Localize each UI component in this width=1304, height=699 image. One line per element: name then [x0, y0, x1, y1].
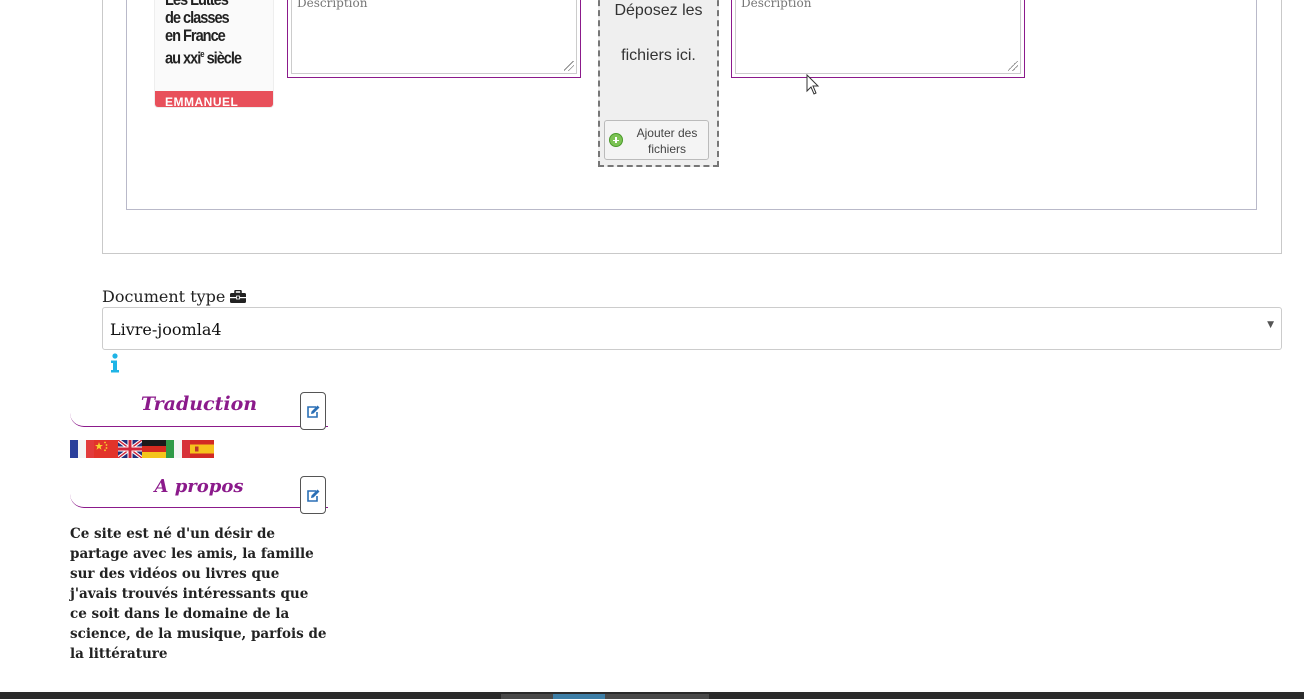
- traduction-module-header: Traduction: [70, 391, 328, 427]
- edit-apropos-button[interactable]: [300, 476, 326, 514]
- book-cover-thumbnail[interactable]: Les Luttesde classesen Franceau xxie siè…: [154, 0, 274, 108]
- taskbar: [0, 692, 1304, 699]
- info-icon[interactable]: [108, 352, 122, 374]
- edit-traduction-button[interactable]: [300, 392, 326, 430]
- resize-grip-icon[interactable]: [564, 61, 574, 71]
- description-box-right: [731, 0, 1025, 78]
- about-description: Ce site est né d'un désir de partage ave…: [70, 526, 327, 662]
- description-input-right[interactable]: [735, 0, 1021, 74]
- book-cover-author: EMMANUEL TODD: [165, 95, 239, 108]
- flag-gb-icon[interactable]: [118, 440, 142, 458]
- book-cover-title: Les Luttesde classesen Franceau xxie siè…: [165, 0, 242, 68]
- document-type-selected-value: Livre-joomla4: [110, 320, 222, 339]
- file-drop-zone[interactable]: Déposez les fichiers ici. Ajouter des fi…: [598, 0, 719, 167]
- add-files-label: Ajouter des fichiers: [636, 126, 698, 156]
- book-cover-band: EMMANUEL TODD: [155, 91, 273, 108]
- flag-it-icon[interactable]: [166, 440, 190, 458]
- flag-de-icon[interactable]: [142, 440, 166, 458]
- flag-es-icon[interactable]: [190, 440, 214, 458]
- plus-circle-icon: [609, 133, 623, 147]
- flag-cn-icon[interactable]: [94, 440, 118, 458]
- taskbar-item[interactable]: [501, 694, 553, 699]
- document-type-select[interactable]: Livre-joomla4 ▼: [102, 307, 1282, 350]
- document-type-label-text: Document type: [102, 287, 226, 306]
- apropos-title: A propos: [154, 476, 244, 497]
- drop-zone-text-line1: Déposez les: [614, 2, 703, 19]
- apropos-module-header: A propos: [70, 472, 328, 508]
- chevron-down-icon: ▼: [1267, 320, 1274, 330]
- edit-icon: [307, 405, 320, 418]
- document-type-label: Document type: [102, 287, 247, 306]
- language-flags: [70, 440, 214, 458]
- add-files-button[interactable]: Ajouter des fichiers: [604, 120, 709, 160]
- edit-icon: [307, 489, 320, 502]
- briefcase-icon: [230, 290, 247, 303]
- description-input-left[interactable]: [291, 0, 577, 74]
- flag-fr-icon[interactable]: [70, 440, 94, 458]
- taskbar-item-active[interactable]: [553, 694, 605, 699]
- mouse-pointer-icon: [806, 74, 820, 95]
- traduction-title: Traduction: [140, 393, 258, 415]
- taskbar-item[interactable]: [605, 694, 657, 699]
- description-box-left: [287, 0, 581, 78]
- drop-zone-text-line2: fichiers ici.: [621, 47, 696, 64]
- resize-grip-icon[interactable]: [1008, 61, 1018, 71]
- taskbar-item[interactable]: [657, 694, 709, 699]
